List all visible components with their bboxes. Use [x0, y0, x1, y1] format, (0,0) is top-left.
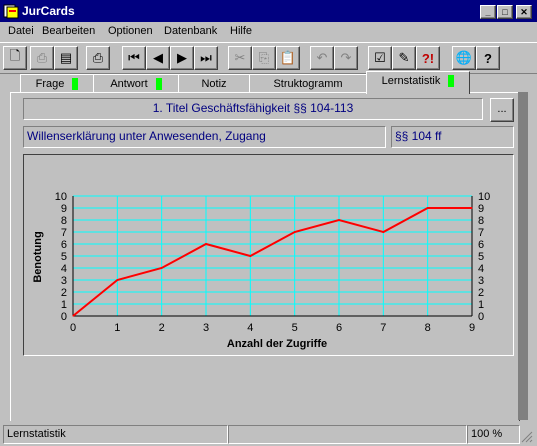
y-tick-label: 7 — [61, 227, 67, 239]
series-line — [72, 207, 472, 317]
zoom-level: 100 % — [467, 425, 520, 444]
x-tick-label: 2 — [159, 322, 165, 334]
y-tick-label-right: 3 — [478, 275, 484, 287]
y-tick-label-right: 5 — [478, 251, 484, 263]
x-tick-label: 5 — [292, 322, 298, 334]
x-tick-label: 0 — [70, 322, 76, 334]
help-icon[interactable]: ? — [476, 46, 500, 70]
tab-lernstatistik[interactable]: Lernstatistik — [366, 71, 470, 94]
close-button[interactable]: ✕ — [516, 5, 532, 19]
y-tick-label: 6 — [61, 239, 67, 251]
data-point — [382, 231, 384, 233]
subject-field[interactable]: Willenserklärung unter Anwesenden, Zugan… — [23, 126, 386, 148]
preview-icon[interactable]: ▤ — [54, 46, 78, 70]
menu-hilfe[interactable]: Hilfe — [230, 25, 252, 37]
data-point — [294, 231, 296, 233]
check-card-icon[interactable]: ☑ — [368, 46, 392, 70]
status-bar: Lernstatistik 100 % — [0, 423, 537, 445]
x-tick-label: 1 — [114, 322, 120, 334]
data-point — [427, 207, 429, 209]
menu-datei[interactable]: Datei — [8, 25, 34, 37]
menu-bearbeiten[interactable]: Bearbeiten — [42, 25, 95, 37]
x-tick-label: 4 — [247, 322, 253, 334]
y-tick-label: 4 — [61, 263, 67, 275]
next-record-icon[interactable]: ▶ — [170, 46, 194, 70]
y-tick-label: 0 — [61, 311, 67, 323]
x-tick-label: 8 — [425, 322, 431, 334]
data-point — [471, 207, 473, 209]
resize-grip-icon[interactable] — [521, 431, 533, 443]
x-axis-label: Anzahl der Zugriffe — [227, 338, 327, 350]
tab-antwort[interactable]: Antwort — [93, 74, 179, 93]
panel-shadow — [518, 92, 528, 420]
app-icon — [3, 3, 19, 19]
menu-bar: Datei Bearbeiten Optionen Datenbank Hilf… — [0, 22, 537, 41]
cut-icon[interactable]: ✂ — [228, 46, 252, 70]
print-icon[interactable]: ⎙ — [86, 46, 110, 70]
y-tick-label-right: 6 — [478, 239, 484, 251]
y-axis-label: Benotung — [32, 231, 44, 282]
title-bar[interactable]: JurCards _ □ ✕ — [0, 0, 537, 22]
y-tick-label-right: 1 — [478, 299, 484, 311]
tab-frage[interactable]: Frage — [20, 74, 94, 93]
data-point — [161, 267, 163, 269]
data-point — [338, 219, 340, 221]
toolbar: 🗋 ⎙ ▤ ⎙ ⏮ ◀ ▶ ⏭ ✂ ⎘ 📋 ↶ ↷ ☑ ✎ ?! 🌐 ? — [0, 42, 537, 74]
x-tick-label: 6 — [336, 322, 342, 334]
data-point — [205, 243, 207, 245]
y-tick-label: 8 — [61, 215, 67, 227]
x-tick-label: 3 — [203, 322, 209, 334]
y-tick-label-right: 7 — [478, 227, 484, 239]
data-point — [116, 279, 118, 281]
tab-marker — [155, 78, 162, 91]
data-point — [72, 315, 74, 317]
new-icon[interactable]: 🗋 — [3, 46, 27, 70]
status-panel-empty — [228, 425, 467, 444]
y-tick-label-right: 8 — [478, 215, 484, 227]
globe-icon[interactable]: 🌐 — [452, 46, 476, 70]
x-tick-label: 7 — [380, 322, 386, 334]
undo-icon[interactable]: ↶ — [310, 46, 334, 70]
y-tick-label: 5 — [61, 251, 67, 263]
tab-notiz[interactable]: Notiz — [178, 74, 250, 93]
minimize-button[interactable]: _ — [480, 5, 496, 19]
paragraph-field[interactable]: §§ 104 ff — [391, 126, 514, 148]
tab-marker — [72, 78, 79, 91]
y-tick-label: 1 — [61, 299, 67, 311]
y-tick-label: 9 — [61, 203, 67, 215]
learning-statistics-chart: 0 01 12 23 34 45 56 67 78 89 910 100 1 2 3 4 5 6 7 8 9 Anzah… — [32, 191, 490, 350]
menu-datenbank[interactable]: Datenbank — [164, 25, 217, 37]
more-button[interactable]: ... — [490, 98, 514, 122]
redo-icon[interactable]: ↷ — [334, 46, 358, 70]
y-tick-label-right: 2 — [478, 287, 484, 299]
y-tick-label-right: 4 — [478, 263, 484, 275]
y-tick-label-right: 10 — [478, 191, 490, 203]
x-tick-label: 9 — [469, 322, 475, 334]
tab-struktogramm[interactable]: Struktogramm — [249, 74, 367, 93]
y-tick-label: 10 — [55, 191, 67, 203]
y-tick-label-right: 0 — [478, 311, 484, 323]
menu-optionen[interactable]: Optionen — [108, 25, 153, 37]
chart-frame: 0 0 1 1 2 2 3 3 4 4 5 5 6 6 7 7 8 8 9 9 10 10 0 1 2 3 4 5 6 7 8 9 Anzah… — [23, 154, 514, 356]
paste-icon[interactable]: 📋 — [276, 46, 300, 70]
last-record-icon[interactable]: ⏭ — [194, 46, 218, 70]
status-text: Lernstatistik — [3, 425, 228, 444]
maximize-button[interactable]: □ — [497, 5, 513, 19]
window-title: JurCards — [22, 4, 75, 18]
y-tick-label: 2 — [61, 287, 67, 299]
copy-icon[interactable]: ⎘ — [252, 46, 276, 70]
tab-marker — [448, 75, 455, 88]
edit-card-icon[interactable]: ✎ — [392, 46, 416, 70]
y-tick-label: 3 — [61, 275, 67, 287]
question-card-icon[interactable]: ?! — [416, 46, 440, 70]
y-tick-label-right: 9 — [478, 203, 484, 215]
first-record-icon[interactable]: ⏮ — [122, 46, 146, 70]
data-point — [249, 255, 251, 257]
previous-record-icon[interactable]: ◀ — [146, 46, 170, 70]
print-setup-icon[interactable]: ⎙ — [30, 46, 54, 70]
card-title-field[interactable]: 1. Titel Geschäftsfähigkeit §§ 104-113 — [23, 98, 483, 120]
